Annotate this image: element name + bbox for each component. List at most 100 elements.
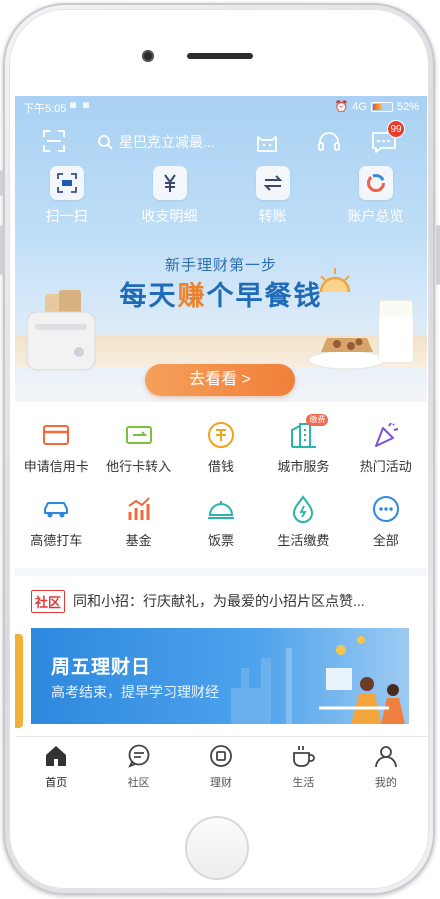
tab-community-label: 社区 [127,777,150,789]
mascot-icon[interactable] [255,131,279,153]
phone-mute-switch [0,170,4,196]
scan-frame-icon[interactable] [42,129,66,153]
service-borrow[interactable]: 借钱 [180,420,262,475]
tab-life-label: 生活 [292,777,315,789]
chat-bubble-icon [127,744,150,768]
promo-carousel: 周五理财日 高考结束，提早学习理财经 [15,626,427,736]
search-bar[interactable]: 星巴克立减最... [97,128,257,156]
service-all-label: 全部 [372,533,399,548]
toaster-illustration [26,290,96,371]
promo-title: 周五理财日 [51,657,152,678]
fund-chart-icon [124,494,154,524]
service-all[interactable]: 全部 [345,494,427,549]
promo-banner[interactable]: 周五理财日 高考结束，提早学习理财经 [31,628,409,724]
service-borrow-label: 借钱 [207,459,234,474]
promo-illustration [231,636,405,724]
banner-subtitle: 新手理财第一步 [164,257,277,274]
tab-wealth-label: 理财 [210,777,233,789]
message-badge: 99 [387,120,405,138]
quick-scan[interactable]: 扫一扫 [15,166,118,232]
account-ring-icon [358,166,393,200]
sun-icon [319,268,351,293]
service-card-transfer-label: 他行卡转入 [106,459,172,474]
battery-icon [370,101,393,112]
front-camera [142,50,154,62]
service-utilities[interactable]: 生活缴费 [262,494,344,549]
quick-transfer-label: 转账 [258,208,287,224]
scan-card-icon [49,166,84,200]
dish-cover-icon [206,494,236,524]
notice-text: 同和小招：行庆献礼，为最爱的小招片区点赞... [73,593,365,609]
service-events-label: 热门活动 [359,459,412,474]
party-popper-icon [371,420,401,450]
top-toolbar: 星巴克立减最... 99 [15,120,427,162]
service-taxi[interactable]: 高德打车 [15,494,97,549]
service-card-transfer[interactable]: 他行卡转入 [97,420,179,475]
community-notice[interactable]: 社区 同和小招：行庆献礼，为最爱的小招片区点赞... [15,576,427,626]
quick-scan-label: 扫一扫 [45,208,88,224]
battery-fill [372,103,382,110]
quick-statement[interactable]: 收支明细 [118,166,221,232]
service-city-tag: 缴费 [306,414,329,426]
network-label: 4G [352,100,367,113]
coffee-cup-icon [293,746,316,767]
hero-header: 下午5:05 ◙ ◙ ⏰ 4G 52% 星巴克立减最... 99 扫一扫 收支明… [15,96,427,402]
tab-mine[interactable]: 我的 [345,737,427,793]
service-city-label: 城市服务 [277,459,330,474]
promo-prev-edge [15,634,23,728]
card-transfer-icon [124,420,154,450]
person-icon [374,746,397,768]
service-events[interactable]: 热门活动 [345,420,427,475]
alarm-icon: ⏰ [334,101,349,113]
services-grid: 申请信用卡 他行卡转入 借钱 缴费 城市服务 热门活动 高德打车 基金 饭票 生… [15,402,427,568]
banner-cta-button[interactable]: 去看看 > [145,364,295,396]
home-button[interactable] [185,816,249,880]
service-city[interactable]: 缴费 城市服务 [262,414,344,475]
banner-title-highlight: 赚 [177,281,207,311]
service-fund[interactable]: 基金 [97,494,179,549]
borrow-icon [206,420,236,450]
service-credit-card[interactable]: 申请信用卡 [15,420,97,475]
tab-home-label: 首页 [45,777,68,789]
service-fund-label: 基金 [125,533,152,548]
status-right: ⏰ 4G 52% [334,100,419,114]
notification-icons: ◙ ◙ [70,100,91,111]
service-meal-ticket-label: 饭票 [207,533,234,548]
headset-icon[interactable] [317,130,341,154]
transfer-arrows-icon [255,166,290,200]
phone-power-button [436,225,440,285]
wealth-icon [210,745,232,767]
water-drop-icon [288,494,318,524]
app-screen: 下午5:05 ◙ ◙ ⏰ 4G 52% 星巴克立减最... 99 扫一扫 收支明… [15,96,427,736]
banner-title-part2: 个早餐钱 [206,281,323,311]
car-icon [41,494,71,524]
service-meal-ticket[interactable]: 饭票 [180,494,262,549]
quick-statement-label: 收支明细 [141,208,198,224]
tab-community[interactable]: 社区 [97,737,179,793]
notice-tag: 社区 [31,589,66,613]
battery-percent: 52% [396,100,419,113]
quick-actions: 扫一扫 收支明细 转账 账户总览 [15,166,427,232]
quick-overview-label: 账户总览 [347,208,404,224]
quick-overview[interactable]: 账户总览 [324,166,427,232]
yuan-icon [152,166,187,200]
home-icon [46,746,67,766]
tab-life[interactable]: 生活 [262,737,344,793]
tab-wealth[interactable]: 理财 [180,737,262,793]
promo-subtitle: 高考结束，提早学习理财经 [51,684,219,700]
more-dots-icon [371,494,401,524]
status-time: 下午5:05 [23,103,67,115]
quick-transfer[interactable]: 转账 [221,166,324,232]
earpiece-speaker [187,53,253,59]
banner-title-part1: 每天 [119,281,178,311]
status-bar: 下午5:05 ◙ ◙ ⏰ 4G 52% [15,96,427,118]
service-taxi-label: 高德打车 [30,533,83,548]
bottom-tab-bar: 首页 社区 理财 生活 我的 [15,736,427,793]
credit-card-icon [41,420,71,450]
breakfast-illustration [308,299,414,370]
service-credit-card-label: 申请信用卡 [23,459,89,474]
search-icon [98,135,113,150]
services-row-1: 申请信用卡 他行卡转入 借钱 缴费 城市服务 热门活动 [15,414,427,475]
tab-home[interactable]: 首页 [15,737,97,793]
phone-volume-up [0,225,4,275]
